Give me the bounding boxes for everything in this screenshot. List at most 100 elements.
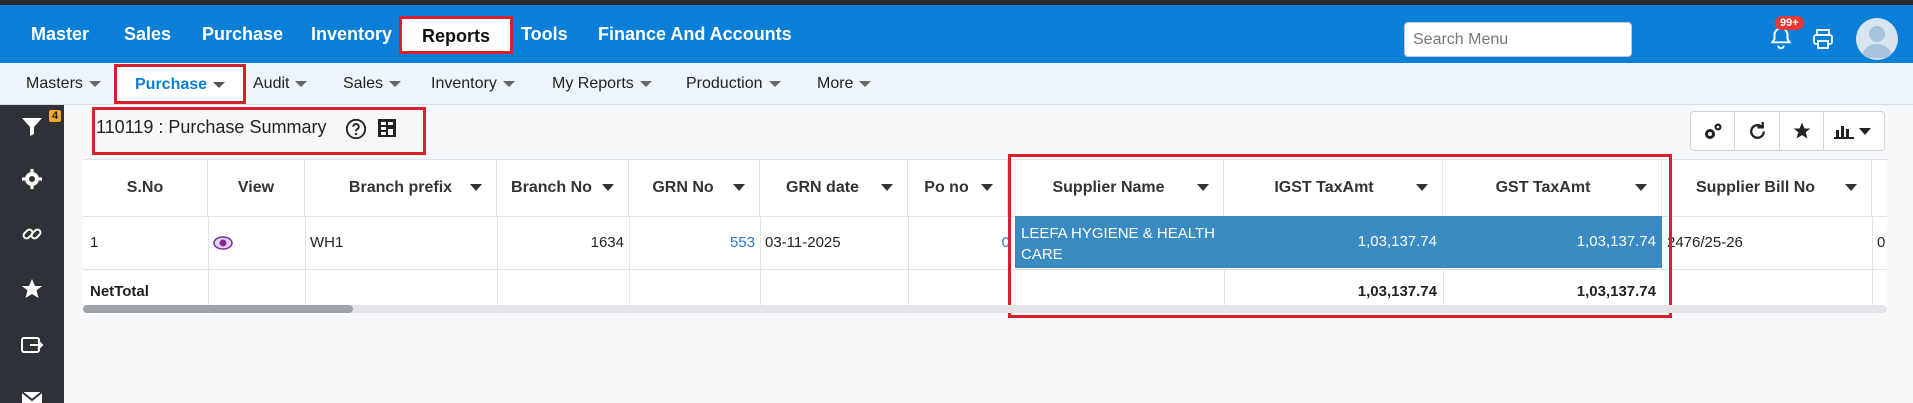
notification-badge: 99+ <box>1775 16 1804 30</box>
grn-no-link[interactable]: 553 <box>629 234 755 251</box>
subnav-sales-label: Sales <box>343 75 384 92</box>
nav-finance-and-accounts[interactable]: Finance And Accounts <box>598 5 792 63</box>
nav-inventory[interactable]: Inventory <box>311 5 392 63</box>
sort-caret-icon[interactable] <box>470 184 482 191</box>
cogs-icon <box>1705 123 1722 139</box>
header-label: S.No <box>126 179 164 196</box>
settings-button[interactable] <box>1691 112 1735 150</box>
subnav-masters-label: Masters <box>26 75 83 92</box>
col-divider <box>760 216 761 306</box>
chevron-down-icon <box>859 80 872 87</box>
subnav-my-reports-label: My Reports <box>552 75 634 92</box>
nav-tools[interactable]: Tools <box>521 5 568 63</box>
filter-icon[interactable] <box>20 115 44 139</box>
col-header-grn-no[interactable]: GRN No <box>629 159 760 216</box>
chevron-down-icon <box>88 80 101 87</box>
subnav-production[interactable]: Production <box>686 63 781 105</box>
sort-caret-icon[interactable] <box>981 184 993 191</box>
subnav-my-reports[interactable]: My Reports <box>552 63 652 105</box>
columns-highlight <box>1008 154 1672 318</box>
refresh-button[interactable] <box>1735 112 1780 150</box>
col-header-branch-no[interactable]: Branch No <box>497 159 629 216</box>
user-avatar[interactable] <box>1856 18 1898 60</box>
po-no-link[interactable]: 0 <box>908 234 1010 251</box>
user-silhouette-icon <box>1861 26 1893 58</box>
header-label: Supplier Bill No <box>1695 179 1816 196</box>
nav-sales[interactable]: Sales <box>124 5 171 63</box>
scrollbar-thumb[interactable] <box>83 305 353 313</box>
col-divider <box>1872 216 1873 306</box>
chevron-down-icon <box>639 80 652 87</box>
star-icon <box>1793 122 1811 139</box>
col-header-sno[interactable]: S.No <box>83 159 208 216</box>
col-header-branch-prefix[interactable]: Branch prefix <box>305 159 497 216</box>
top-nav: Master Sales Purchase Inventory Reports … <box>0 5 1913 63</box>
gear-icon[interactable] <box>20 167 44 191</box>
col-divider <box>497 216 498 306</box>
subnav-more-label: More <box>817 75 854 92</box>
sort-caret-icon[interactable] <box>602 184 614 191</box>
export-icon[interactable] <box>20 333 44 357</box>
subnav-sales[interactable]: Sales <box>343 63 402 105</box>
favorite-button[interactable] <box>1780 112 1824 150</box>
link-icon[interactable] <box>20 222 44 246</box>
refresh-icon <box>1750 122 1765 139</box>
page-title: 110119 : Purchase Summary <box>96 117 327 137</box>
cell-branch-no: 1634 <box>590 234 624 251</box>
header-label: GRN date <box>786 179 859 196</box>
printer-icon[interactable] <box>1810 27 1836 51</box>
col-divider <box>629 216 630 306</box>
subnav-inventory[interactable]: Inventory <box>431 63 515 105</box>
search-menu-input[interactable] <box>1404 22 1632 57</box>
col-divider <box>208 216 209 306</box>
chevron-down-icon <box>502 80 515 87</box>
report-toolbar <box>1690 111 1885 151</box>
cell-grn-date: 03-11-2025 <box>765 234 841 251</box>
subnav-more[interactable]: More <box>817 63 872 105</box>
col-divider <box>305 216 306 306</box>
bar-chart-icon <box>1834 126 1871 139</box>
chart-options-button[interactable] <box>1824 112 1884 150</box>
app-root: Master Sales Purchase Inventory Reports … <box>0 0 1913 403</box>
filter-count-badge: 4 <box>49 110 62 122</box>
col-header-po-no[interactable]: Po no <box>908 159 1008 216</box>
subnav-production-label: Production <box>686 75 763 92</box>
col-header-grn-date[interactable]: GRN date <box>760 159 908 216</box>
eye-icon[interactable] <box>213 235 233 251</box>
cell-sno: 1 <box>90 234 99 251</box>
header-label: Branch No <box>511 179 592 196</box>
sort-caret-icon[interactable] <box>733 184 745 191</box>
horizontal-scrollbar[interactable] <box>83 305 1887 313</box>
col-header-supplier-bill-no[interactable]: Supplier Bill No <box>1662 159 1872 216</box>
chevron-down-icon <box>213 81 226 88</box>
chevron-down-icon <box>389 80 402 87</box>
nav-reports[interactable]: Reports <box>399 16 514 54</box>
subnav-audit[interactable]: Audit <box>253 63 308 105</box>
chevron-down-icon <box>768 80 781 87</box>
header-label: GRN No <box>652 179 714 196</box>
sub-nav: Masters Purchase Audit Sales Inventory M… <box>0 63 1913 105</box>
star-icon[interactable] <box>20 277 44 301</box>
chevron-down-icon <box>295 80 308 87</box>
header-label: Branch prefix <box>348 179 453 196</box>
sort-caret-icon[interactable] <box>881 184 893 191</box>
cell-supplier-bill-no: 2476/25-26 <box>1667 234 1743 251</box>
footer-label: NetTotal <box>90 283 149 300</box>
subnav-purchase-label: Purchase <box>135 76 208 93</box>
help-icon[interactable] <box>345 118 367 140</box>
subnav-inventory-label: Inventory <box>431 75 497 92</box>
col-header-view[interactable]: View <box>208 159 305 216</box>
mail-icon[interactable] <box>20 387 44 403</box>
layout-grid-icon[interactable] <box>377 118 397 138</box>
left-sidebar <box>0 105 64 403</box>
header-label: Po no <box>924 179 969 196</box>
nav-purchase[interactable]: Purchase <box>202 5 283 63</box>
subnav-purchase[interactable]: Purchase <box>114 64 247 104</box>
nav-master[interactable]: Master <box>31 5 89 63</box>
cell-extra: 0 <box>1877 234 1886 251</box>
subnav-masters[interactable]: Masters <box>26 63 101 105</box>
subnav-audit-label: Audit <box>253 75 290 92</box>
sort-caret-icon[interactable] <box>1845 184 1857 191</box>
header-label: View <box>237 179 275 196</box>
cell-branch-prefix: WH1 <box>310 234 344 251</box>
